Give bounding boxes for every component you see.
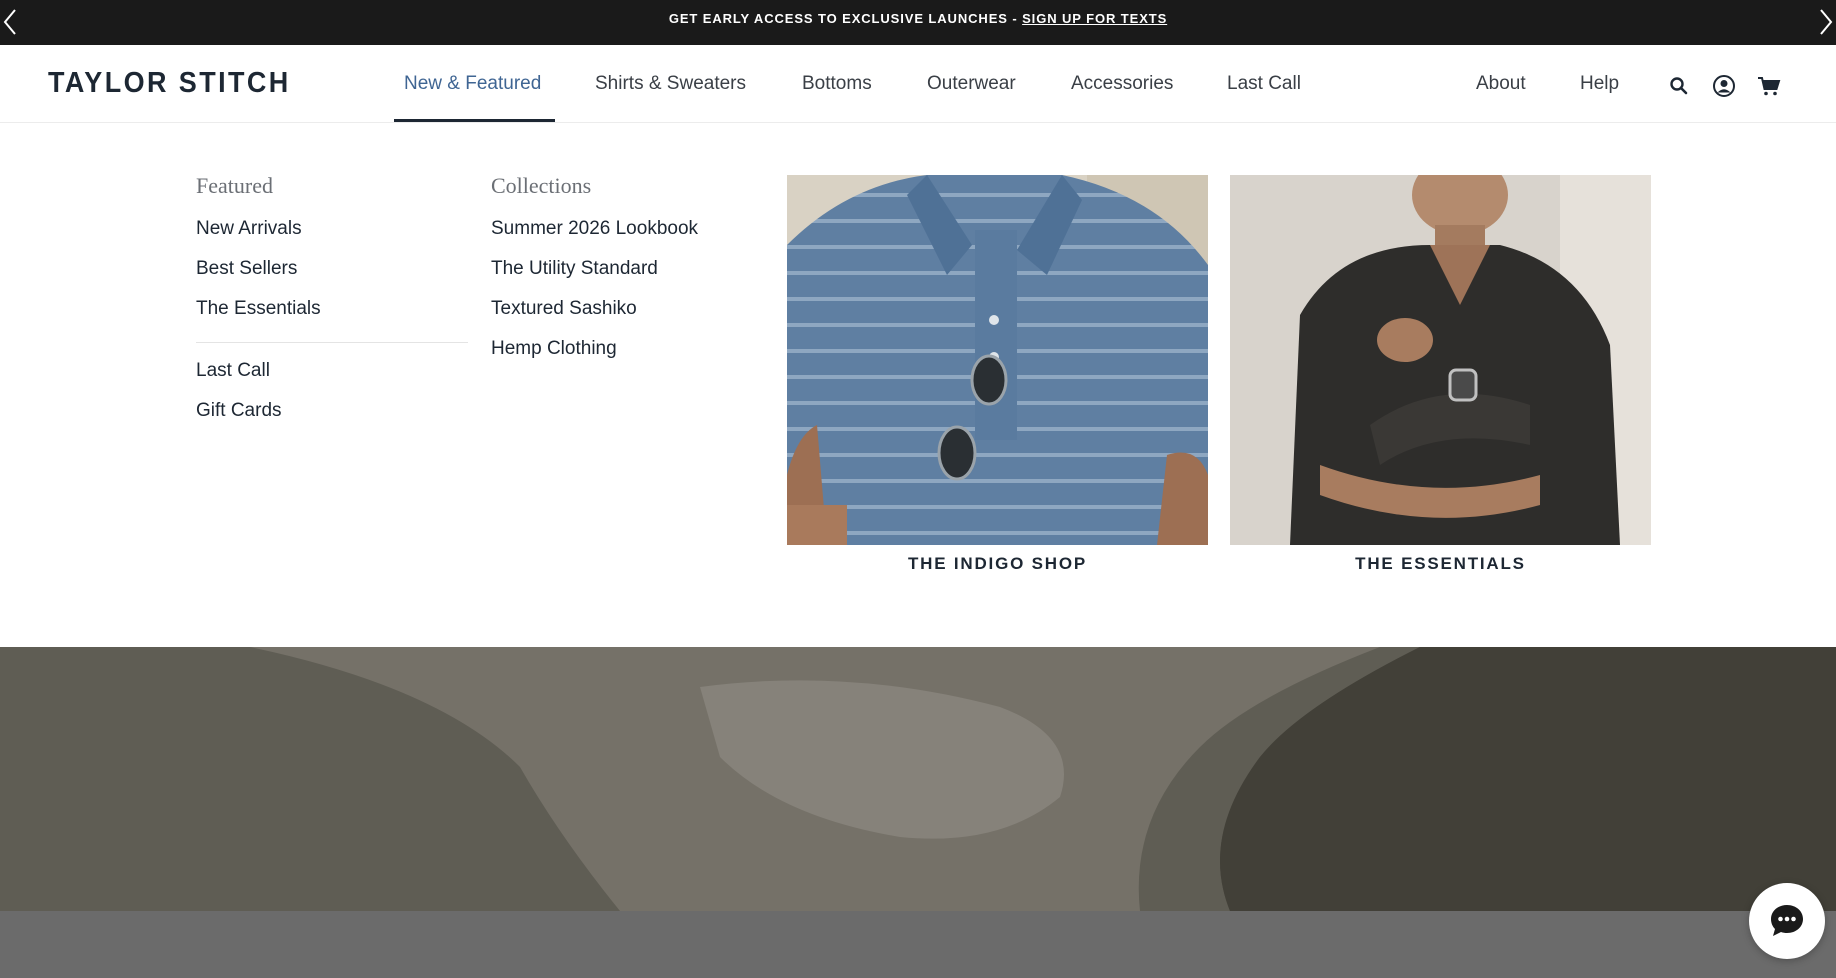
- menu-link-gift-cards[interactable]: Gift Cards: [196, 400, 282, 422]
- indigo-polo-photo: [787, 175, 1208, 545]
- essentials-label[interactable]: THE ESSENTIALS: [1230, 554, 1651, 574]
- account-button[interactable]: [1712, 74, 1736, 98]
- beach-waves-image: [0, 647, 1836, 911]
- search-button[interactable]: [1667, 74, 1691, 98]
- nav-new-featured[interactable]: New & Featured: [404, 73, 541, 95]
- menu-link-the-essentials[interactable]: The Essentials: [196, 298, 321, 320]
- hero-bottom-overlay: [0, 911, 1836, 978]
- search-icon: [1670, 77, 1688, 95]
- cart-icon: [1758, 77, 1781, 96]
- essentials-shirt-photo: [1230, 175, 1651, 545]
- indigo-shop-image[interactable]: [787, 175, 1208, 545]
- featured-divider: [196, 342, 468, 343]
- site-header: TAYLOR STITCH New & Featured Shirts & Sw…: [0, 45, 1836, 123]
- nav-active-indicator: [394, 119, 555, 122]
- chevron-right-icon: [1820, 9, 1833, 35]
- menu-link-best-sellers[interactable]: Best Sellers: [196, 258, 297, 280]
- menu-link-new-arrivals[interactable]: New Arrivals: [196, 218, 302, 240]
- menu-link-summer-lookbook[interactable]: Summer 2026 Lookbook: [491, 218, 698, 240]
- cart-button[interactable]: [1757, 74, 1781, 98]
- nav-outerwear[interactable]: Outerwear: [927, 73, 1016, 95]
- menu-link-hemp-clothing[interactable]: Hemp Clothing: [491, 338, 617, 360]
- announcement-message: GET EARLY ACCESS TO EXCLUSIVE LAUNCHES -: [668, 11, 1023, 26]
- essentials-image[interactable]: [1230, 175, 1651, 545]
- nav-help[interactable]: Help: [1580, 73, 1619, 95]
- menu-link-utility-standard[interactable]: The Utility Standard: [491, 258, 658, 280]
- nav-shirts-sweaters[interactable]: Shirts & Sweaters: [595, 73, 746, 95]
- indigo-shop-label[interactable]: THE INDIGO SHOP: [787, 554, 1208, 574]
- announcement-text: GET EARLY ACCESS TO EXCLUSIVE LAUNCHES -…: [0, 11, 1836, 26]
- menu-link-textured-sashiko[interactable]: Textured Sashiko: [491, 298, 637, 320]
- sign-up-link[interactable]: SIGN UP FOR TEXTS: [1022, 11, 1167, 26]
- announcement-bar: GET EARLY ACCESS TO EXCLUSIVE LAUNCHES -…: [0, 0, 1836, 45]
- nav-accessories[interactable]: Accessories: [1071, 73, 1173, 95]
- nav-bottoms[interactable]: Bottoms: [802, 73, 872, 95]
- hero-image-overlay: [0, 647, 1836, 911]
- mega-menu: Featured New Arrivals Best Sellers The E…: [0, 123, 1836, 647]
- chat-bubble-icon: [1771, 905, 1803, 936]
- announcement-next-button[interactable]: [1812, 6, 1836, 38]
- chat-button[interactable]: [1749, 883, 1825, 959]
- menu-link-last-call[interactable]: Last Call: [196, 360, 270, 382]
- site-logo[interactable]: TAYLOR STITCH: [48, 67, 291, 100]
- featured-heading: Featured: [196, 173, 273, 198]
- collections-heading: Collections: [491, 173, 592, 198]
- nav-last-call[interactable]: Last Call: [1227, 73, 1301, 95]
- nav-about[interactable]: About: [1476, 73, 1526, 95]
- account-icon: [1713, 75, 1735, 97]
